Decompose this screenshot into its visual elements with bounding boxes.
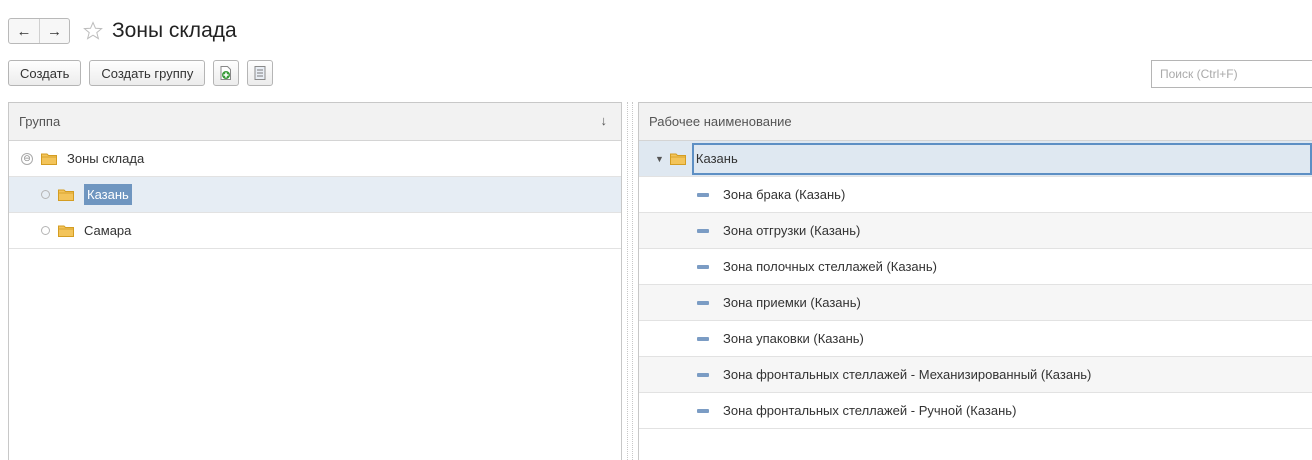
create-button[interactable]: Создать: [8, 60, 82, 86]
search-input[interactable]: Поиск (Ctrl+F): [1151, 60, 1312, 88]
element-icon: [697, 300, 709, 305]
list-item-label: Зона отгрузки (Казань): [723, 223, 861, 238]
group-column-header[interactable]: Группа ↓: [9, 103, 621, 141]
page-title: Зоны склада: [112, 19, 237, 42]
list-item[interactable]: Зона отгрузки (Казань): [639, 213, 1312, 249]
panel-splitter[interactable]: [627, 102, 633, 460]
folder-icon: [669, 152, 686, 165]
tree-leaf-marker-icon: [41, 226, 50, 235]
back-button[interactable]: ←: [9, 19, 39, 43]
arrow-left-icon: ←: [16, 22, 32, 40]
element-icon: [697, 336, 709, 341]
list-item-label: Зона фронтальных стеллажей - Ручной (Каз…: [723, 403, 1017, 418]
items-list-panel: Рабочее наименование ▼ Казань Зона брака…: [638, 102, 1312, 460]
group-tree-panel: Группа ↓ ⊖ Зоны склада Казань Самара: [8, 102, 622, 460]
element-icon: [697, 228, 709, 233]
group-column-label: Группа: [19, 114, 61, 129]
name-column-header[interactable]: Рабочее наименование: [639, 103, 1312, 141]
element-icon: [697, 264, 709, 269]
list-item-label: Зона полочных стеллажей (Казань): [723, 259, 937, 274]
tree-row-kazan[interactable]: Казань: [9, 177, 621, 213]
element-icon: [697, 408, 709, 413]
list-item[interactable]: Зона упаковки (Казань): [639, 321, 1312, 357]
list-item-label: Зона упаковки (Казань): [723, 331, 864, 346]
tree-row-root[interactable]: ⊖ Зоны склада: [9, 141, 621, 177]
collapse-toggle-icon[interactable]: ⊖: [21, 152, 33, 165]
selected-cell[interactable]: Казань: [691, 142, 1312, 175]
folder-icon: [41, 152, 57, 165]
list-item[interactable]: Зона фронтальных стеллажей - Ручной (Каз…: [639, 393, 1312, 429]
add-document-button[interactable]: [213, 60, 240, 86]
list-view-icon: [254, 66, 266, 80]
folder-icon: [58, 188, 74, 201]
tree-item-label-selected: Казань: [84, 184, 132, 205]
tree-row-samara[interactable]: Самара: [9, 213, 621, 249]
expand-triangle-icon[interactable]: ▼: [655, 154, 664, 164]
list-item-label: Зона приемки (Казань): [723, 295, 861, 310]
list-item[interactable]: Зона брака (Казань): [639, 177, 1312, 213]
sort-down-icon: ↓: [600, 113, 608, 128]
list-item-label: Зона фронтальных стеллажей - Механизиров…: [723, 367, 1092, 382]
list-group-row[interactable]: ▼ Казань: [639, 141, 1312, 177]
forward-button[interactable]: →: [39, 19, 69, 43]
group-row-label: Казань: [695, 151, 738, 166]
list-item[interactable]: Зона полочных стеллажей (Казань): [639, 249, 1312, 285]
tree-item-label: Самара: [84, 223, 132, 238]
star-outline-icon: [83, 21, 103, 40]
create-group-button[interactable]: Создать группу: [89, 60, 206, 86]
list-view-button[interactable]: [247, 60, 274, 86]
element-icon: [697, 372, 709, 377]
tree-leaf-marker-icon: [41, 190, 50, 199]
list-item[interactable]: Зона приемки (Казань): [639, 285, 1312, 321]
element-icon: [697, 192, 709, 197]
arrow-right-icon: →: [47, 22, 62, 40]
add-document-icon: [220, 66, 232, 80]
tree-item-label: Зоны склада: [67, 151, 145, 166]
favorite-button[interactable]: [82, 20, 104, 42]
folder-icon: [58, 224, 74, 237]
toolbar: Создать Создать группу: [8, 60, 274, 86]
title-bar: ← → Зоны склада: [8, 14, 237, 48]
list-item[interactable]: Зона фронтальных стеллажей - Механизиров…: [639, 357, 1312, 393]
name-column-label: Рабочее наименование: [649, 114, 792, 129]
list-item-label: Зона брака (Казань): [723, 187, 846, 202]
navigation-group: ← →: [8, 18, 70, 44]
